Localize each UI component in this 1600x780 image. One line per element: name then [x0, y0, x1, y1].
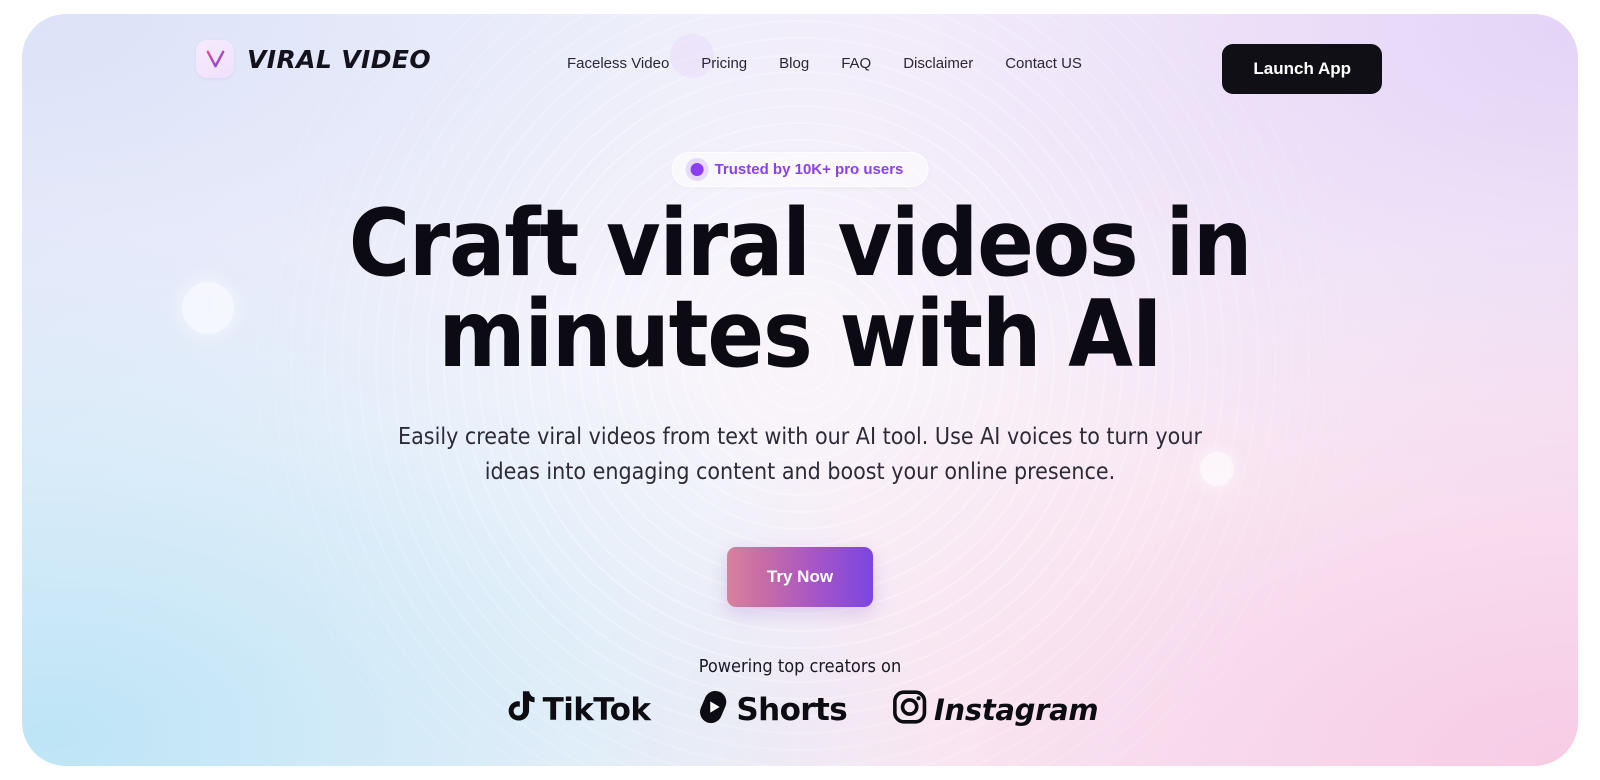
v-checkmark-logo-icon [196, 40, 234, 78]
social-proof-caption: Powering top creators on [698, 656, 902, 677]
headline-line-2: minutes with AI [438, 280, 1162, 389]
platform-tiktok: TikTok [502, 689, 651, 730]
try-now-button[interactable]: Try Now [727, 547, 873, 607]
brand-logo[interactable]: VIRAL VIDEO [196, 40, 431, 78]
nav-item-disclaimer[interactable]: Disclaimer [903, 55, 973, 72]
hero-section: VIRAL VIDEO Faceless Video Pricing Blog … [22, 14, 1578, 766]
hero-subtitle: Easily create viral videos from text wit… [398, 424, 1202, 485]
nav-item-faceless-video[interactable]: Faceless Video [567, 55, 669, 72]
platform-shorts: Shorts [696, 689, 848, 730]
nav-item-pricing[interactable]: Pricing [701, 55, 747, 72]
nav-item-blog[interactable]: Blog [779, 55, 809, 72]
shorts-wordmark: Shorts [736, 691, 848, 728]
trust-badge: Trusted by 10K+ pro users [671, 152, 929, 187]
status-dot-icon [690, 163, 704, 176]
platform-logos: TikTok Shorts Instagram [502, 689, 1099, 730]
nav-item-faq[interactable]: FAQ [841, 55, 871, 72]
brand-name: VIRAL VIDEO [247, 44, 432, 74]
page-title: Craft viral videos in minutes with AI [22, 197, 1578, 389]
instagram-wordmark: Instagram [934, 692, 1099, 727]
youtube-shorts-play-icon [696, 689, 729, 730]
top-navigation-bar: VIRAL VIDEO Faceless Video Pricing Blog … [22, 14, 1578, 110]
platform-instagram: Instagram [893, 690, 1099, 729]
tiktok-note-icon [502, 689, 536, 730]
nav-links: Faceless Video Pricing Blog FAQ Disclaim… [567, 55, 1082, 72]
trust-badge-label: Trusted by 10K+ pro users [714, 161, 904, 178]
launch-app-button[interactable]: Launch App [1222, 44, 1382, 94]
instagram-camera-icon [893, 690, 927, 729]
nav-item-contact-us[interactable]: Contact US [1005, 55, 1082, 72]
tiktok-wordmark: TikTok [542, 691, 651, 728]
